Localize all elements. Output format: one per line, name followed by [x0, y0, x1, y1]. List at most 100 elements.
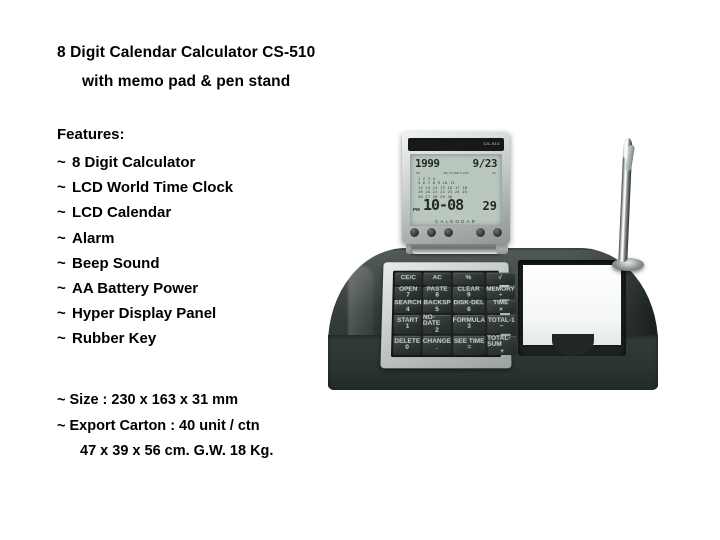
feature-item: ~ Rubber Key — [57, 326, 233, 351]
bullet-tilde: ~ — [57, 276, 72, 301]
feature-item: ~ Beep Sound — [57, 251, 233, 276]
product-description-panel: 8 Digit Calendar Calculator CS-510 with … — [0, 0, 360, 540]
key-label: 9 — [467, 293, 471, 299]
feature-label: AA Battery Power — [72, 280, 198, 297]
calc-key-7[interactable]: OPEN 7 — [394, 286, 421, 299]
key-label: 5 — [435, 307, 439, 313]
key-label: AC — [433, 276, 442, 282]
calc-key-4[interactable]: SEARCH 4 — [394, 300, 422, 313]
key-label: 3 — [467, 324, 471, 330]
key-label: 0 — [405, 345, 409, 352]
lcd-weekday-label: MO TU WE TH FR — [444, 171, 469, 175]
key-label: + — [500, 348, 504, 355]
feature-label: LCD Calendar — [72, 204, 171, 221]
feature-item: ~ LCD World Time Clock — [57, 175, 233, 200]
key-label: 4 — [406, 307, 410, 313]
memo-pad-paper — [523, 265, 621, 345]
spec-item: ~ Export Carton : 40 unit / ctn — [57, 414, 273, 440]
lcd-seconds: 29 — [483, 199, 497, 213]
lcd-screen: 1999 9/23 SU MO TU WE TH FR SA 1 2 3 45 6 … — [410, 154, 502, 226]
set-button[interactable] — [427, 228, 436, 237]
product-photo: CE/C AC% √ OPEN 7 PASTE 8 CLEAR 9 MEMORY ÷ SEARCH 4 B… — [320, 120, 680, 410]
key-secondary-label: NO-DATE — [423, 314, 451, 327]
specifications-list: ~ Size : 230 x 163 x 31 mm ~ Export Carto… — [57, 388, 273, 465]
feature-item: ~ LCD Calendar — [57, 200, 233, 225]
light-button[interactable] — [493, 228, 502, 237]
calculator-keypad[interactable]: CE/C AC% √ OPEN 7 PASTE 8 CLEAR 9 MEMORY ÷ SEARCH 4 B… — [391, 271, 501, 357]
bullet-tilde: ~ — [57, 150, 72, 175]
calc-key-CEC[interactable]: CE/C — [395, 273, 422, 285]
lcd-button-row[interactable] — [410, 228, 502, 237]
lcd-panel-unit: CS-510 1999 9/23 SU MO TU WE TH FR SA 1 2 … — [402, 132, 510, 257]
feature-item: ~8 Digit Calculator — [57, 150, 233, 175]
key-label: 2 — [435, 327, 439, 333]
calc-key-AC[interactable]: AC — [423, 273, 451, 285]
calc-key-0[interactable]: DELETE 0 — [393, 335, 421, 355]
calc-key-9[interactable]: CLEAR 9 — [453, 286, 485, 299]
lcd-ampm-indicator: PM — [413, 207, 420, 212]
spec-item: 47 x 39 x 56 cm. G.W. 18 Kg. — [57, 439, 273, 465]
lcd-weekday-label: SU — [416, 171, 420, 175]
calc-key-[interactable]: SEE TIME = — [453, 335, 486, 355]
lcd-weekday-labels: SU MO TU WE TH FR SA — [416, 171, 496, 175]
key-label: 6 — [467, 307, 471, 313]
key-label: √ — [498, 276, 502, 282]
lcd-top-bar: CS-510 — [408, 138, 504, 151]
calc-key-[interactable]: √ — [486, 273, 515, 285]
bullet-tilde: ~ — [57, 251, 72, 276]
calc-key-1[interactable]: START 1 — [394, 314, 422, 333]
lcd-time: 10-08 — [423, 196, 463, 214]
spec-item: ~ Size : 230 x 163 x 31 mm — [57, 388, 273, 414]
bullet-tilde: ~ — [57, 326, 72, 351]
key-label: 1 — [406, 324, 410, 330]
lcd-date: 9/23 — [473, 157, 498, 170]
calc-key-[interactable]: TOTAL-1− — [487, 314, 517, 333]
key-label: . — [436, 345, 438, 352]
features-heading: Features: — [57, 126, 125, 143]
calc-key-5[interactable]: BACKSP 5 — [423, 300, 451, 313]
feature-label: Beep Sound — [72, 255, 160, 272]
calc-key-3[interactable]: FORMULA 3 — [453, 314, 486, 333]
key-label: 8 — [435, 293, 439, 299]
calc-key-[interactable]: TOTAL-SUM + — [487, 335, 517, 355]
lcd-year: 1999 — [415, 157, 440, 170]
lcd-mode-label: CALENDAR — [410, 219, 502, 224]
key-label: − — [499, 324, 503, 330]
calc-key-[interactable]: CHANGE. — [423, 335, 452, 355]
key-label: = — [467, 345, 471, 352]
feature-label: Hyper Display Panel — [72, 305, 216, 322]
bullet-tilde: ~ — [57, 175, 72, 200]
product-title-line-1: 8 Digit Calendar Calculator CS-510 — [57, 44, 315, 62]
lcd-bezel: CS-510 1999 9/23 SU MO TU WE TH FR SA 1 2 … — [402, 132, 510, 244]
bullet-tilde: ~ — [57, 200, 72, 225]
adjust-button[interactable] — [444, 228, 453, 237]
feature-label: 8 Digit Calculator — [72, 154, 195, 171]
calc-key-6[interactable]: DISK-DEL 6 — [453, 300, 486, 313]
calc-key-[interactable]: TIME × — [486, 300, 515, 313]
product-title-line-2: with memo pad & pen stand — [82, 73, 290, 91]
key-label: 7 — [406, 293, 410, 299]
feature-label: Alarm — [72, 230, 115, 247]
key-label: × — [499, 307, 503, 313]
bullet-tilde: ~ — [57, 226, 72, 251]
feature-item: ~ Alarm — [57, 226, 233, 251]
key-label: ÷ — [499, 293, 503, 299]
features-list: ~8 Digit Calculator ~ LCD World Time Clock… — [57, 150, 233, 352]
calc-key-2[interactable]: NO-DATE 2 — [423, 314, 451, 333]
key-secondary-label: TOTAL-SUM — [487, 335, 517, 348]
brand-mark: CS-510 — [483, 141, 500, 146]
mode-button[interactable] — [410, 228, 419, 237]
feature-label: Rubber Key — [72, 330, 156, 347]
feature-label: LCD World Time Clock — [72, 179, 233, 196]
calc-key-8[interactable]: PASTE 8 — [423, 286, 451, 299]
feature-item: ~ Hyper Display Panel — [57, 301, 233, 326]
bullet-tilde: ~ — [57, 301, 72, 326]
calc-key-[interactable]: % — [452, 273, 484, 285]
calculator-tray: CE/C AC% √ OPEN 7 PASTE 8 CLEAR 9 MEMORY ÷ SEARCH 4 B… — [380, 262, 511, 368]
key-label: CE/C — [401, 276, 416, 282]
lcd-weekday-label: SA — [492, 171, 496, 175]
alarm-button[interactable] — [476, 228, 485, 237]
pen-holder-socket — [612, 258, 644, 271]
key-label: % — [466, 276, 472, 282]
calc-key-[interactable]: MEMORY ÷ — [486, 286, 515, 299]
